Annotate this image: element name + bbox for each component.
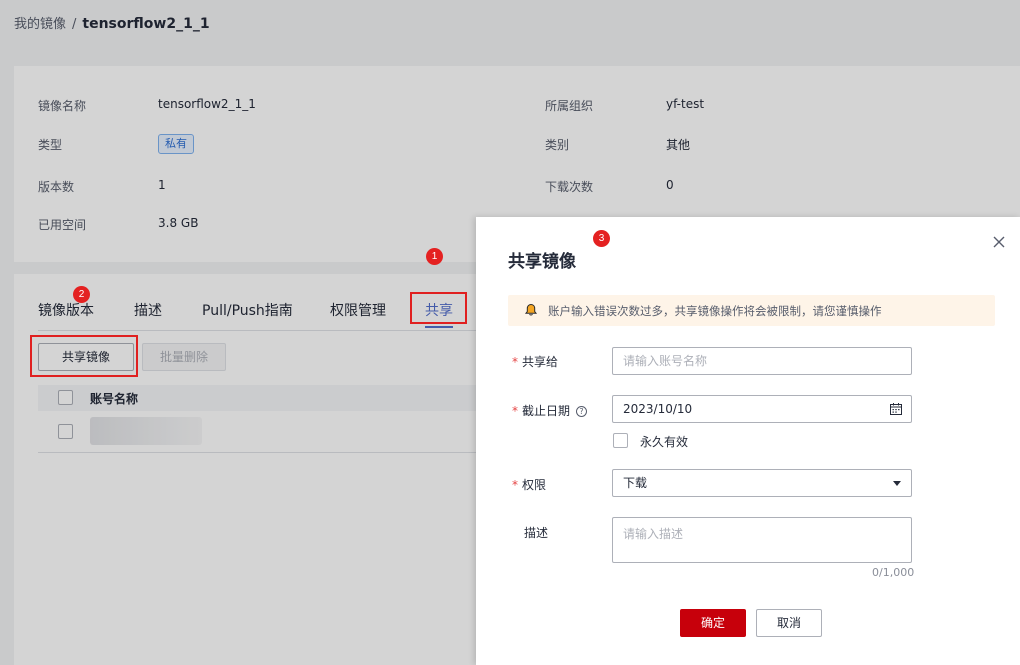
annotation-box-share-tab <box>410 292 467 324</box>
deadline-label: * 截止日期? <box>512 402 588 419</box>
annotation-marker-2: 2 <box>73 286 90 303</box>
help-icon[interactable]: ? <box>576 406 588 417</box>
close-icon[interactable] <box>992 235 1006 249</box>
description-label: 描述 <box>524 526 549 540</box>
share-to-input[interactable]: 请输入账号名称 <box>612 347 912 375</box>
description-counter: 0/1,000 <box>872 566 915 579</box>
permission-select[interactable]: 下载 <box>612 469 912 497</box>
permission-label: * 权限 <box>512 478 547 492</box>
description-textarea[interactable]: 请输入描述 <box>612 517 912 563</box>
share-image-drawer: 共享镜像 3 账户输入错误次数过多，共享镜像操作将会被限制，请您谨慎操作 * 共享… <box>476 217 1020 665</box>
permanent-checkbox[interactable] <box>613 433 628 448</box>
deadline-date-picker[interactable]: 2023/10/10 <box>612 395 912 423</box>
alert-text: 账户输入错误次数过多，共享镜像操作将会被限制，请您谨慎操作 <box>548 304 882 318</box>
share-to-label: * 共享给 <box>512 355 559 369</box>
warning-alert: 账户输入错误次数过多，共享镜像操作将会被限制，请您谨慎操作 <box>508 295 995 326</box>
calendar-icon[interactable] <box>889 402 903 416</box>
confirm-button[interactable]: 确定 <box>680 609 746 637</box>
permanent-label: 永久有效 <box>640 435 689 449</box>
deadline-value: 2023/10/10 <box>623 402 693 416</box>
annotation-box-share-button <box>30 335 138 377</box>
cancel-button[interactable]: 取消 <box>756 609 822 637</box>
drawer-title: 共享镜像 <box>508 252 576 272</box>
annotation-marker-1: 1 <box>426 248 443 265</box>
chevron-down-icon <box>893 481 901 486</box>
annotation-marker-3: 3 <box>593 230 610 247</box>
bell-icon <box>524 303 538 316</box>
permission-value: 下载 <box>623 476 648 490</box>
